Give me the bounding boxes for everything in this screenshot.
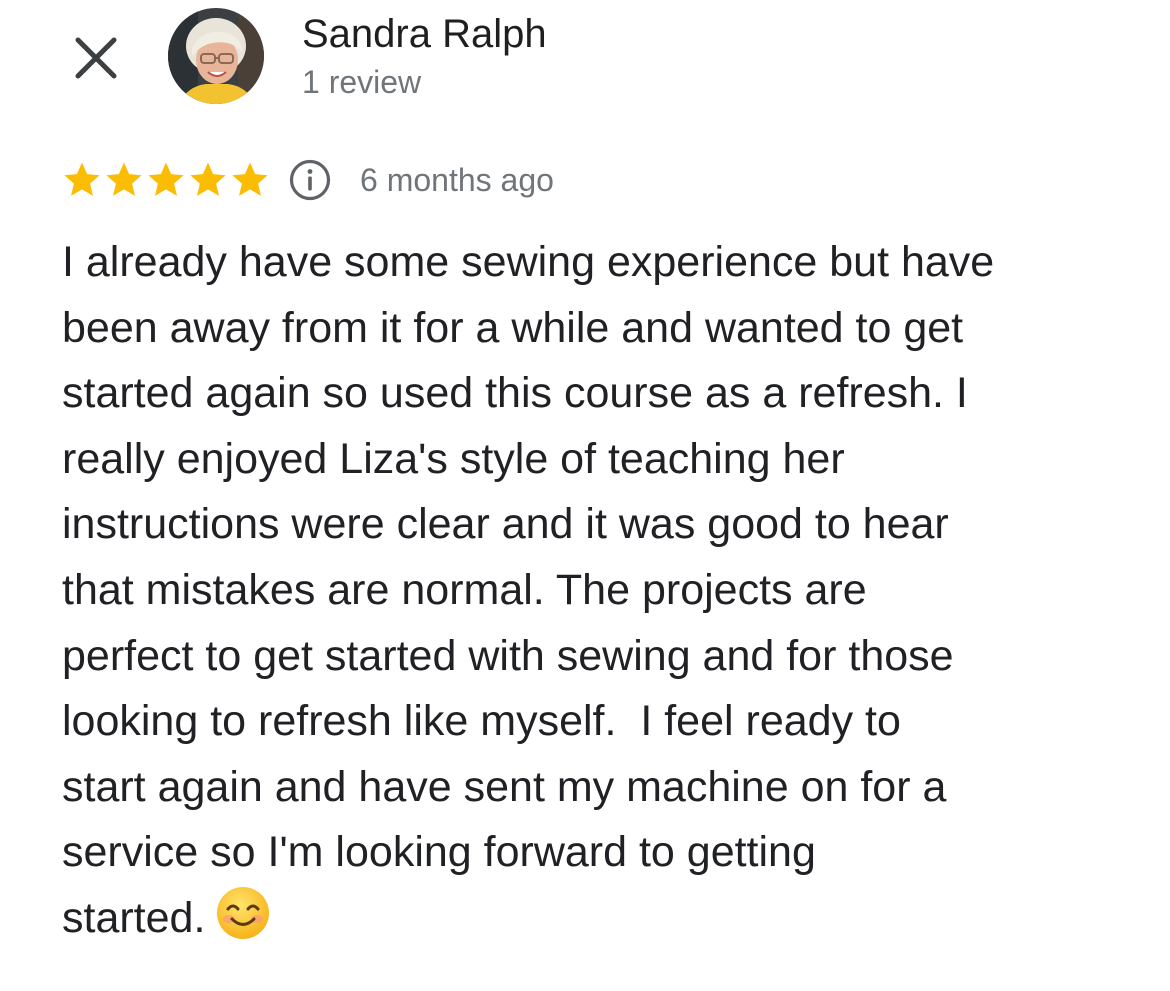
star-icon	[106, 162, 142, 196]
close-icon	[75, 37, 117, 79]
review-text: I already have some sewing experience bu…	[62, 230, 1142, 952]
review-text-line: looking to refresh like myself. I feel r…	[62, 697, 901, 746]
star-icon	[64, 162, 100, 196]
review-text-line: started again so used this course as a r…	[62, 369, 968, 418]
review-text-line: started.	[62, 886, 1142, 952]
review-date: 6 months ago	[360, 162, 554, 198]
author-name[interactable]: Sandra Ralph	[302, 10, 547, 58]
review-text-line: really enjoyed Liza's style of teaching …	[62, 434, 845, 483]
review-text-line: that mistakes are normal. The projects a…	[62, 565, 867, 614]
star-rating	[62, 160, 270, 200]
review-text-line: service so I'm looking forward to gettin…	[62, 828, 816, 877]
review-text-line: been away from it for a while and wanted…	[62, 303, 964, 352]
smiling-face-emoji-icon	[217, 886, 270, 939]
review-text-line: instructions were clear and it was good …	[62, 500, 949, 549]
review-text-line: perfect to get started with sewing and f…	[62, 631, 954, 680]
info-button[interactable]	[288, 158, 332, 202]
review-meta-row: 6 months ago	[62, 152, 554, 208]
avatar[interactable]	[168, 8, 264, 104]
review-text-line: start again and have sent my machine on …	[62, 762, 947, 811]
star-icon	[190, 162, 226, 196]
star-icon	[232, 162, 268, 196]
info-icon	[289, 159, 331, 201]
review-text-line: I already have some sewing experience bu…	[62, 238, 995, 286]
star-icon	[148, 162, 184, 196]
close-button[interactable]	[66, 28, 126, 88]
profile-photo	[168, 8, 264, 104]
author-review-count: 1 review	[302, 64, 422, 100]
